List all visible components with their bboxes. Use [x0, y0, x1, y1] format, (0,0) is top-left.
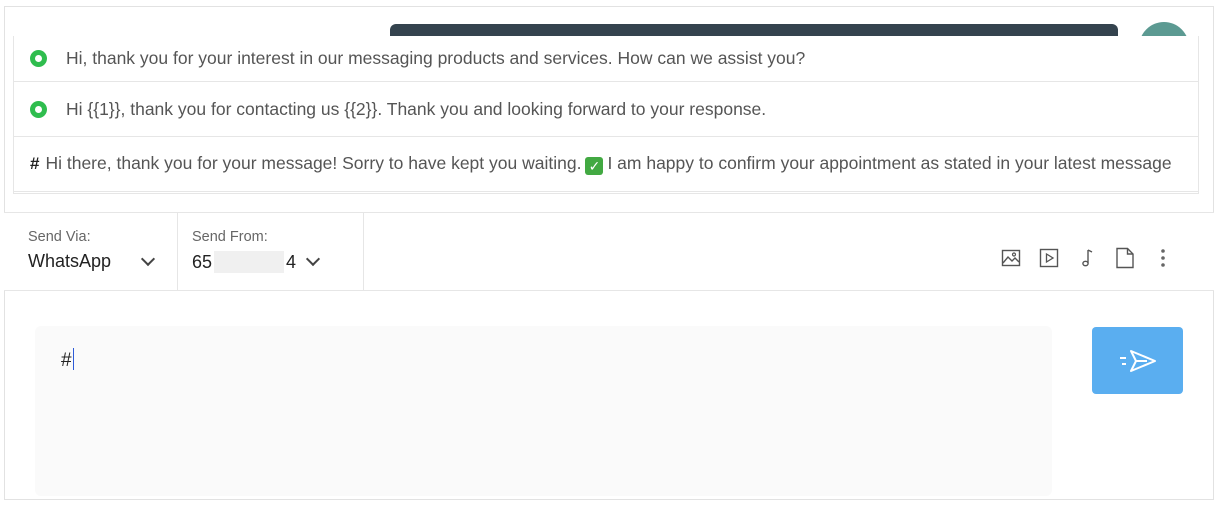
send-via-label: Send Via: — [28, 229, 91, 245]
template-item[interactable]: Hi, thank you for your interest in our m… — [14, 36, 1198, 82]
document-icon[interactable] — [1114, 247, 1136, 269]
video-icon[interactable] — [1038, 247, 1060, 269]
send-via-value: WhatsApp — [28, 251, 112, 271]
send-icon — [1119, 349, 1156, 372]
message-input[interactable]: # — [35, 326, 1052, 496]
message-input-value: # — [61, 350, 72, 371]
template-suggestion-list: Hi, thank you for your interest in our m… — [13, 36, 1199, 194]
image-icon[interactable] — [1000, 247, 1022, 269]
template-text: Hi there, thank you for your message! So… — [45, 153, 1172, 175]
more-vertical-icon[interactable] — [1152, 247, 1174, 269]
send-from-value-start: 65 — [192, 251, 213, 272]
template-text: Hi {{1}}, thank you for contacting us {{… — [66, 98, 767, 119]
send-via-select[interactable]: Send Via: WhatsApp — [4, 213, 178, 290]
hash-icon: # — [30, 154, 40, 173]
attachment-tools — [1000, 247, 1174, 269]
audio-icon[interactable] — [1076, 247, 1098, 269]
template-text: Hi, thank you for your interest in our m… — [66, 48, 806, 68]
send-button[interactable] — [1092, 327, 1183, 394]
chevron-down-icon — [305, 251, 321, 267]
send-from-label: Send From: — [192, 229, 268, 245]
send-from-select[interactable]: Send From: 65 4 — [178, 213, 364, 290]
redacted-number — [214, 251, 285, 273]
message-toolbar: Send Via: WhatsApp Send From: 65 4 — [4, 212, 1214, 291]
whatsapp-icon — [30, 100, 47, 118]
whatsapp-icon — [30, 50, 47, 67]
check-mark-icon: ✓ — [585, 157, 604, 175]
chevron-down-icon — [140, 251, 156, 266]
template-item[interactable]: Hi {{1}}, thank you for contacting us {{… — [14, 82, 1198, 137]
template-item[interactable]: # Hi there, thank you for your message! … — [14, 137, 1198, 192]
send-from-value-end: 4 — [286, 251, 297, 272]
text-caret — [72, 348, 75, 370]
